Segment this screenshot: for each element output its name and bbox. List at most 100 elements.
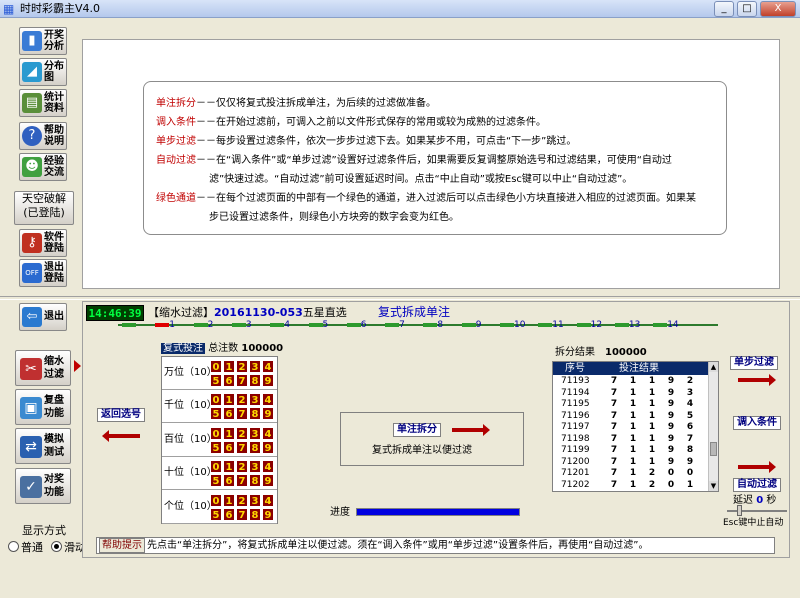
- channel-dot[interactable]: [423, 323, 438, 327]
- table-row[interactable]: 71199 7 1 1 9 8: [553, 445, 710, 456]
- digit-cell[interactable]: 1: [223, 493, 235, 507]
- table-row[interactable]: 71193 7 1 1 9 2: [553, 376, 710, 387]
- channel-dot[interactable]: [193, 323, 208, 327]
- digit-cell[interactable]: 1: [223, 393, 235, 407]
- digit-cell[interactable]: 2: [236, 460, 248, 474]
- digit-cell[interactable]: 0: [210, 493, 222, 507]
- table-row[interactable]: 71198 7 1 1 9 7: [553, 434, 710, 445]
- digit-cell[interactable]: 3: [249, 493, 261, 507]
- scroll-down-icon[interactable]: ▼: [709, 481, 718, 491]
- table-row[interactable]: 71201 7 1 2 0 0: [553, 468, 710, 479]
- channel-dot[interactable]: [576, 323, 591, 327]
- channel-dot[interactable]: [614, 323, 629, 327]
- digit-cell[interactable]: 0: [210, 393, 222, 407]
- table-row[interactable]: 71195 7 1 1 9 4: [553, 399, 710, 410]
- digit-cell[interactable]: 3: [249, 360, 261, 373]
- maximize-button[interactable]: □: [737, 1, 757, 17]
- digit-cell[interactable]: 4: [262, 493, 274, 507]
- digit-cell[interactable]: 5: [210, 474, 222, 488]
- tool-simulate-button[interactable]: ⇄ 模拟 测试: [15, 428, 71, 464]
- digit-cell[interactable]: 9: [262, 407, 274, 421]
- digit-cell[interactable]: 4: [262, 426, 274, 440]
- minimize-button[interactable]: _: [714, 1, 734, 17]
- digit-cell[interactable]: 4: [262, 393, 274, 407]
- table-row[interactable]: 71197 7 1 1 9 6: [553, 422, 710, 433]
- digit-cell[interactable]: 2: [236, 393, 248, 407]
- scroll-thumb[interactable]: [710, 442, 717, 456]
- crack-login-status[interactable]: 天空破解 (已登陆): [14, 191, 74, 225]
- split-button[interactable]: 单注拆分: [393, 423, 441, 437]
- digit-cell[interactable]: 7: [236, 407, 248, 421]
- display-mode-normal[interactable]: 普通: [8, 539, 43, 555]
- digit-cell[interactable]: 6: [223, 507, 235, 521]
- nav-logout-button[interactable]: OFF 退出 登陆: [19, 259, 67, 287]
- digit-cell[interactable]: 4: [262, 360, 274, 373]
- channel-dot[interactable]: [155, 323, 170, 327]
- nav-help-button[interactable]: ? 帮助 说明: [19, 122, 67, 150]
- digit-cell[interactable]: 1: [223, 460, 235, 474]
- tool-award-check-button[interactable]: ✓ 对奖 功能: [15, 468, 71, 504]
- nav-distribution-button[interactable]: ◢ 分布图: [19, 58, 67, 86]
- digit-cell[interactable]: 8: [249, 440, 261, 454]
- channel-dot[interactable]: [653, 323, 668, 327]
- delay-slider-thumb[interactable]: [737, 505, 742, 516]
- digit-cell[interactable]: 5: [210, 374, 222, 387]
- digit-cell[interactable]: 2: [236, 426, 248, 440]
- nav-lottery-analysis-button[interactable]: ▮ 开奖 分析: [19, 27, 67, 55]
- channel-dot[interactable]: [231, 323, 246, 327]
- load-conditions-button[interactable]: 调入条件: [733, 416, 781, 430]
- digit-cell[interactable]: 0: [210, 360, 222, 373]
- digit-cell[interactable]: 6: [223, 374, 235, 387]
- back-to-selection-button[interactable]: 返回选号: [97, 408, 145, 422]
- nav-software-login-button[interactable]: ⚷ 软件 登陆: [19, 229, 67, 257]
- channel-dot[interactable]: [538, 323, 553, 327]
- channel-dot[interactable]: [500, 323, 514, 327]
- delay-slider-track[interactable]: [727, 510, 787, 512]
- digit-cell[interactable]: 1: [223, 360, 235, 373]
- tool-review-button[interactable]: ▣ 复盘 功能: [15, 389, 71, 425]
- nav-statistics-button[interactable]: ▤ 统计 资料: [19, 89, 67, 117]
- channel-dot[interactable]: [270, 323, 285, 327]
- digit-cell[interactable]: 4: [262, 460, 274, 474]
- display-mode-scroll[interactable]: 滑动: [51, 539, 86, 555]
- digit-cell[interactable]: 9: [262, 374, 274, 387]
- digit-cell[interactable]: 7: [236, 507, 248, 521]
- exit-button[interactable]: ⇦ 退出: [19, 303, 67, 331]
- digit-cell[interactable]: 2: [236, 360, 248, 373]
- scroll-up-icon[interactable]: ▲: [709, 362, 718, 372]
- digit-cell[interactable]: 6: [223, 440, 235, 454]
- digit-cell[interactable]: 7: [236, 474, 248, 488]
- table-row[interactable]: 71200 7 1 1 9 9: [553, 457, 710, 468]
- digit-cell[interactable]: 8: [249, 374, 261, 387]
- digit-cell[interactable]: 0: [210, 460, 222, 474]
- channel-dot[interactable]: [461, 323, 476, 327]
- nav-experience-button[interactable]: ☻ 经验 交流: [19, 153, 67, 181]
- result-scrollbar[interactable]: ▲ ▼: [708, 362, 718, 491]
- digit-cell[interactable]: 5: [210, 407, 222, 421]
- digit-cell[interactable]: 8: [249, 407, 261, 421]
- table-row[interactable]: 71194 7 1 1 9 3: [553, 388, 710, 399]
- help-tag[interactable]: 帮助提示: [99, 538, 145, 553]
- result-table[interactable]: 序号 投注结果 71193 7 1 1 9 2 71194 7 1 1 9 3 71195 7 1 1 9 4 71…: [552, 361, 719, 492]
- digit-cell[interactable]: 7: [236, 440, 248, 454]
- digit-cell[interactable]: 5: [210, 440, 222, 454]
- digit-cell[interactable]: 1: [223, 426, 235, 440]
- step-filter-button[interactable]: 单步过滤: [730, 356, 778, 370]
- table-row[interactable]: 71202 7 1 2 0 1: [553, 480, 710, 491]
- close-button[interactable]: X: [760, 1, 796, 17]
- digit-cell[interactable]: 8: [249, 474, 261, 488]
- digit-cell[interactable]: 8: [249, 507, 261, 521]
- channel-dot[interactable]: [308, 323, 323, 327]
- channel-dot[interactable]: [385, 323, 400, 327]
- digit-cell[interactable]: 9: [262, 474, 274, 488]
- auto-filter-button[interactable]: 自动过滤: [733, 478, 781, 492]
- digit-cell[interactable]: 3: [249, 393, 261, 407]
- digit-cell[interactable]: 5: [210, 507, 222, 521]
- digit-cell[interactable]: 0: [210, 426, 222, 440]
- digit-cell[interactable]: 9: [262, 440, 274, 454]
- digit-cell[interactable]: 3: [249, 426, 261, 440]
- channel-dot[interactable]: [346, 323, 361, 327]
- digit-cell[interactable]: 6: [223, 407, 235, 421]
- digit-cell[interactable]: 6: [223, 474, 235, 488]
- table-row[interactable]: 71196 7 1 1 9 5: [553, 411, 710, 422]
